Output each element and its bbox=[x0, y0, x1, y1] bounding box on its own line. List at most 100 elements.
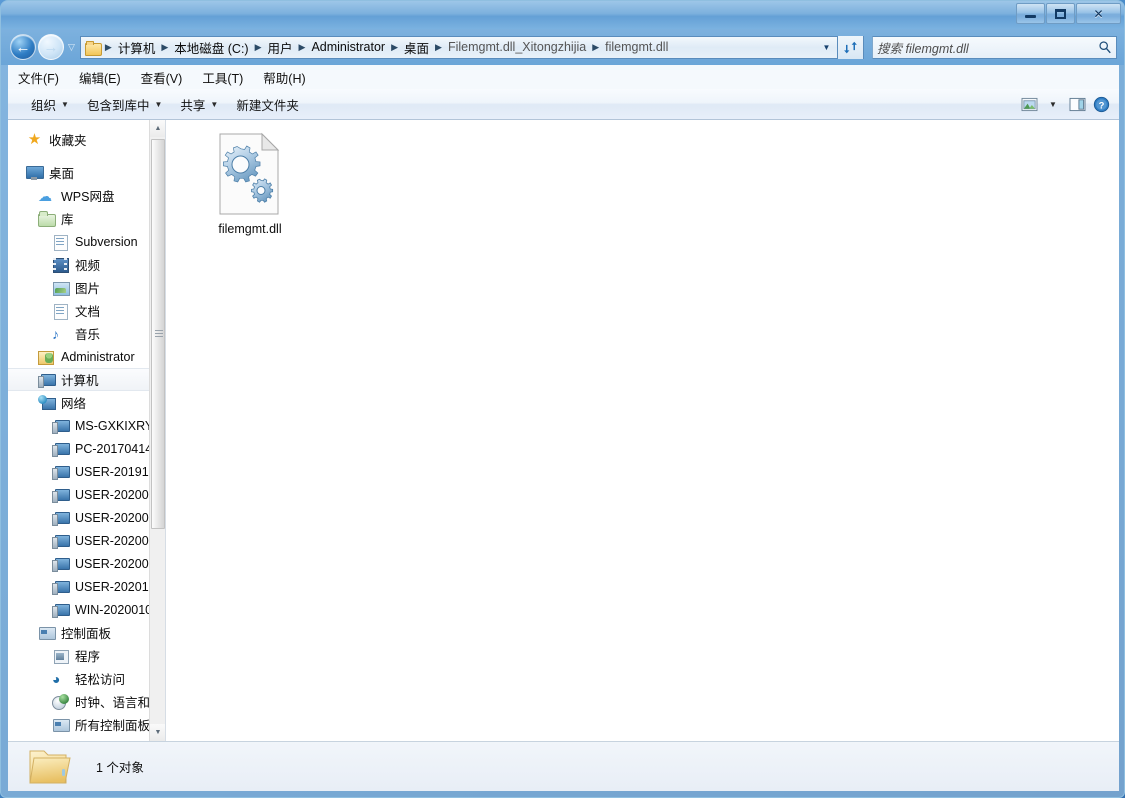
explorer-window: ✕ ← → ▽ ▶ 计算机 ▶ 本地磁盘 (C:) ▶ 用户 ▶ Adminis… bbox=[0, 0, 1125, 798]
sidebar-item-desktop[interactable]: 桌面 bbox=[8, 161, 165, 184]
breadcrumb-separator: ▶ bbox=[254, 41, 262, 52]
computer-icon bbox=[52, 556, 70, 572]
sidebar-item-network-computer[interactable]: USER-20200320I bbox=[8, 483, 165, 506]
sidebar-item-favorites[interactable]: ★ 收藏夹 bbox=[8, 128, 165, 151]
help-button[interactable]: ? bbox=[1089, 93, 1113, 115]
sidebar-item-label: 收藏夹 bbox=[49, 134, 87, 148]
sidebar-item-documents[interactable]: 文档 bbox=[8, 299, 165, 322]
menu-tools[interactable]: 工具(T) bbox=[202, 68, 243, 87]
menu-file[interactable]: 文件(F) bbox=[18, 68, 59, 87]
computer-icon bbox=[52, 602, 70, 618]
share-with-button[interactable]: 共享 ▼ bbox=[171, 92, 227, 117]
recent-pages-chevron-icon[interactable]: ▽ bbox=[68, 42, 75, 53]
sidebar-item-videos[interactable]: 视频 bbox=[8, 253, 165, 276]
sidebar-item-label: 桌面 bbox=[49, 167, 75, 181]
sidebar-item-network-computer[interactable]: MS-GXKIXRYJLV bbox=[8, 414, 165, 437]
picture-icon bbox=[52, 280, 70, 296]
maximize-icon bbox=[1055, 8, 1066, 19]
preview-pane-button[interactable] bbox=[1065, 93, 1089, 115]
refresh-icon bbox=[844, 41, 857, 53]
menu-view[interactable]: 查看(V) bbox=[141, 68, 183, 87]
sidebar-item-network[interactable]: 网络 bbox=[8, 391, 165, 414]
sidebar-item-clock-language-region[interactable]: 时钟、语言和区域 bbox=[8, 690, 165, 713]
sidebar-item-ease-of-access[interactable]: ◕ 轻松访问 bbox=[8, 667, 165, 690]
sidebar-item-network-computer[interactable]: USER-20200326Y bbox=[8, 529, 165, 552]
search-input[interactable]: 搜索 filemgmt.dll bbox=[877, 38, 1098, 57]
sidebar-item-label: 视频 bbox=[75, 259, 101, 273]
breadcrumb-separator: ▶ bbox=[298, 41, 306, 52]
menu-help[interactable]: 帮助(H) bbox=[263, 68, 305, 87]
maximize-button[interactable] bbox=[1046, 3, 1075, 24]
breadcrumb-item-local-disk[interactable]: 本地磁盘 (C:) bbox=[171, 37, 251, 58]
document-icon bbox=[52, 303, 69, 320]
breadcrumb-item-users[interactable]: 用户 bbox=[265, 37, 296, 58]
view-options-icon bbox=[1021, 97, 1037, 111]
sidebar-item-network-computer[interactable]: USER-20201017I bbox=[8, 575, 165, 598]
breadcrumb-separator: ▶ bbox=[104, 41, 112, 52]
chevron-down-icon: ▼ bbox=[210, 99, 219, 109]
close-icon: ✕ bbox=[1093, 6, 1104, 21]
sidebar-item-programs[interactable]: 程序 bbox=[8, 644, 165, 667]
sidebar-item-label: 库 bbox=[61, 213, 74, 227]
computer-icon bbox=[52, 464, 70, 480]
sidebar-item-all-control-panel-items[interactable]: 所有控制面板项 bbox=[8, 713, 165, 736]
dll-file-icon bbox=[219, 132, 280, 215]
sidebar-item-network-computer[interactable]: USER-20200814J bbox=[8, 552, 165, 575]
new-folder-button[interactable]: 新建文件夹 bbox=[227, 92, 308, 117]
folder-icon bbox=[84, 40, 102, 56]
navigation-list: ★ 收藏夹 桌面 ☁ WPS网盘 库 Subversion 视频 图片 文档 ♪… bbox=[8, 120, 165, 736]
sidebar-item-network-computer[interactable]: USER-20200323Y bbox=[8, 506, 165, 529]
breadcrumb-item-computer[interactable]: 计算机 bbox=[115, 37, 159, 58]
clock-language-region-icon bbox=[52, 693, 69, 710]
control-panel-icon bbox=[52, 717, 70, 733]
view-options-caret[interactable]: ▼ bbox=[1041, 93, 1065, 115]
preview-pane-icon bbox=[1069, 97, 1085, 111]
include-in-library-label: 包含到库中 bbox=[86, 98, 150, 113]
breadcrumb-item-filemgmt-folder[interactable]: Filemgmt.dll_Xitongzhijia bbox=[445, 39, 589, 55]
breadcrumb-item-current[interactable]: filemgmt.dll bbox=[602, 39, 671, 55]
scroll-down-button[interactable]: ▼ bbox=[150, 724, 165, 741]
sidebar-item-network-computer[interactable]: USER-20191220I bbox=[8, 460, 165, 483]
breadcrumb-item-administrator[interactable]: Administrator bbox=[308, 39, 388, 55]
sidebar-item-music[interactable]: ♪ 音乐 bbox=[8, 322, 165, 345]
breadcrumb-separator: ▶ bbox=[391, 41, 399, 52]
search-box[interactable]: 搜索 filemgmt.dll bbox=[872, 35, 1117, 59]
scroll-up-button[interactable]: ▲ bbox=[150, 120, 165, 137]
close-button[interactable]: ✕ bbox=[1076, 3, 1121, 24]
chevron-down-icon: ▼ bbox=[61, 99, 69, 109]
sidebar-item-administrator[interactable]: Administrator bbox=[8, 345, 165, 368]
sidebar-item-label: 图片 bbox=[75, 282, 101, 296]
file-list-view[interactable]: filemgmt.dll bbox=[165, 120, 1119, 741]
breadcrumb-bar[interactable]: ▶ 计算机 ▶ 本地磁盘 (C:) ▶ 用户 ▶ Administrator ▶… bbox=[79, 35, 864, 59]
sidebar-item-subversion[interactable]: Subversion bbox=[8, 230, 165, 253]
view-options-button[interactable] bbox=[1017, 93, 1041, 115]
sidebar-item-wps-cloud[interactable]: ☁ WPS网盘 bbox=[8, 184, 165, 207]
minimize-button[interactable] bbox=[1016, 3, 1045, 24]
help-icon: ? bbox=[1093, 96, 1109, 112]
menu-edit[interactable]: 编辑(E) bbox=[79, 68, 121, 87]
sidebar-item-label: 程序 bbox=[75, 650, 101, 664]
list-item[interactable]: filemgmt.dll bbox=[196, 132, 304, 236]
file-name-label: filemgmt.dll bbox=[218, 222, 282, 236]
computer-icon bbox=[52, 510, 70, 526]
scrollbar-thumb[interactable] bbox=[151, 139, 165, 529]
sidebar-item-libraries[interactable]: 库 bbox=[8, 207, 165, 230]
item-count-label: 1 个对象 bbox=[96, 761, 144, 775]
folder-icon bbox=[29, 750, 71, 783]
user-folder-icon bbox=[38, 349, 55, 365]
include-in-library-button[interactable]: 包含到库中 ▼ bbox=[78, 92, 171, 117]
sidebar-item-network-computer[interactable]: WIN-20200106G bbox=[8, 598, 165, 621]
address-dropdown-icon[interactable]: ▼ bbox=[816, 37, 837, 58]
svg-text:?: ? bbox=[1098, 100, 1104, 111]
computer-icon bbox=[38, 372, 56, 388]
navigation-scrollbar[interactable]: ▲ ▼ bbox=[149, 120, 165, 741]
refresh-button[interactable] bbox=[837, 35, 863, 59]
sidebar-item-pictures[interactable]: 图片 bbox=[8, 276, 165, 299]
forward-button[interactable]: → bbox=[38, 34, 64, 60]
back-button[interactable]: ← bbox=[10, 34, 36, 60]
sidebar-item-control-panel[interactable]: 控制面板 bbox=[8, 621, 165, 644]
sidebar-item-computer[interactable]: 计算机 bbox=[8, 368, 165, 391]
sidebar-item-network-computer[interactable]: PC-20170414PM bbox=[8, 437, 165, 460]
organize-button[interactable]: 组织 ▼ bbox=[22, 92, 78, 117]
breadcrumb-item-desktop[interactable]: 桌面 bbox=[401, 37, 432, 58]
